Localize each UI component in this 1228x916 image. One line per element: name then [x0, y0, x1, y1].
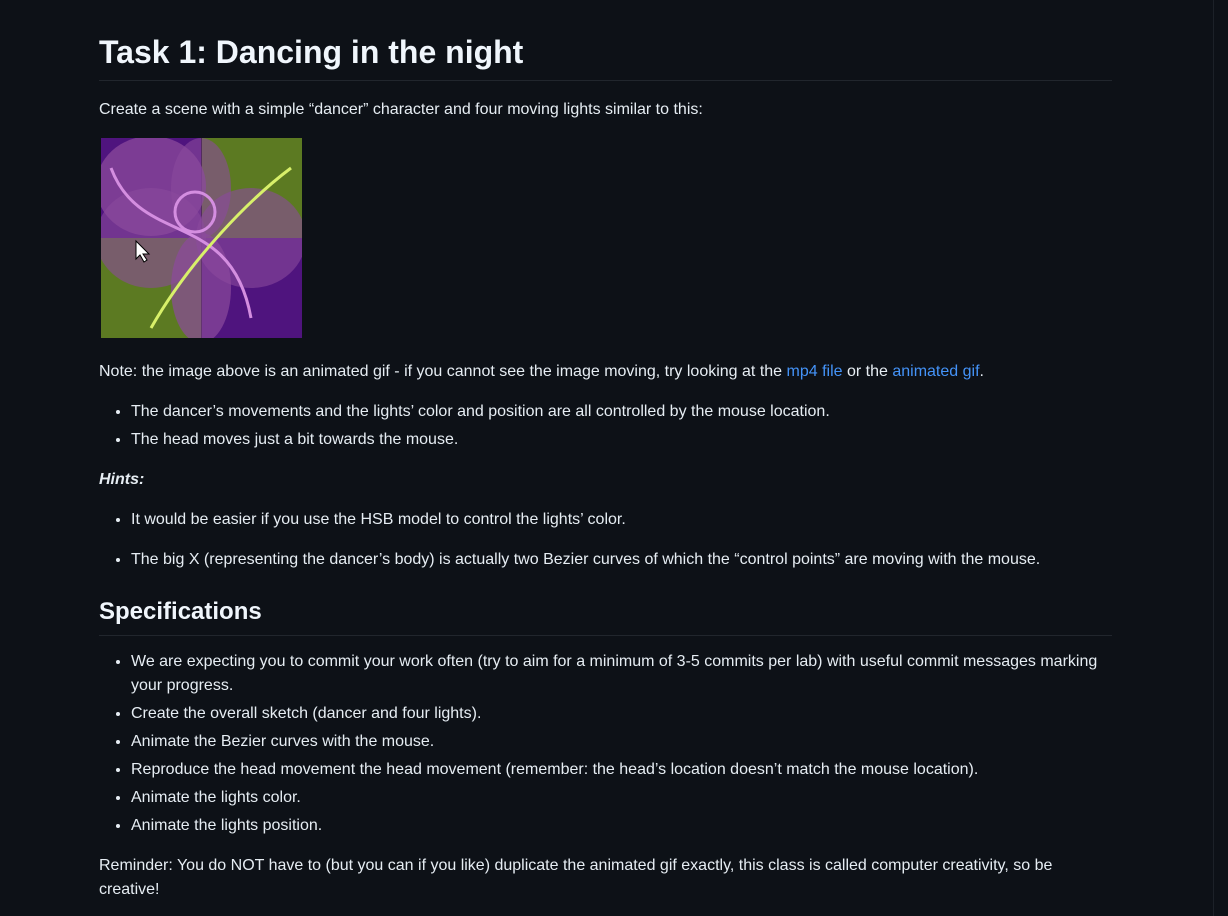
- note-text: Note: the image above is an animated gif…: [99, 360, 1112, 384]
- list-item: Reproduce the head movement the head mov…: [131, 758, 1112, 782]
- list-item: We are expecting you to commit your work…: [131, 650, 1112, 698]
- list-item: Animate the Bezier curves with the mouse…: [131, 730, 1112, 754]
- note-suffix: .: [979, 363, 984, 380]
- list-item: Animate the lights position.: [131, 814, 1112, 838]
- list-item: It would be easier if you use the HSB mo…: [131, 508, 1112, 532]
- mp4-file-link[interactable]: mp4 file: [787, 363, 843, 380]
- list-item: Animate the lights color.: [131, 786, 1112, 810]
- hints-list: It would be easier if you use the HSB mo…: [99, 508, 1112, 588]
- note-middle: or the: [842, 363, 893, 380]
- list-item: The head moves just a bit towards the mo…: [131, 428, 1112, 452]
- specifications-heading: Specifications: [99, 597, 1112, 636]
- specifications-list: We are expecting you to commit your work…: [99, 650, 1112, 842]
- list-item: Create the overall sketch (dancer and fo…: [131, 702, 1112, 726]
- list-item: The dancer’s movements and the lights’ c…: [131, 400, 1112, 424]
- intro-text: Create a scene with a simple “dancer” ch…: [99, 101, 703, 118]
- page-title: Task 1: Dancing in the night: [99, 32, 1112, 81]
- behavior-list: The dancer’s movements and the lights’ c…: [99, 400, 1112, 456]
- note-prefix: Note: the image above is an animated gif…: [99, 363, 787, 380]
- animated-gif-link[interactable]: animated gif: [892, 363, 979, 380]
- reminder-text: Reminder: You do NOT have to (but you ca…: [99, 857, 1053, 898]
- list-item: The big X (representing the dancer’s bod…: [131, 548, 1112, 572]
- hints-label: Hints:: [99, 471, 145, 488]
- dancer-preview-image: [101, 138, 302, 338]
- vertical-scrollbar[interactable]: [1213, 0, 1228, 916]
